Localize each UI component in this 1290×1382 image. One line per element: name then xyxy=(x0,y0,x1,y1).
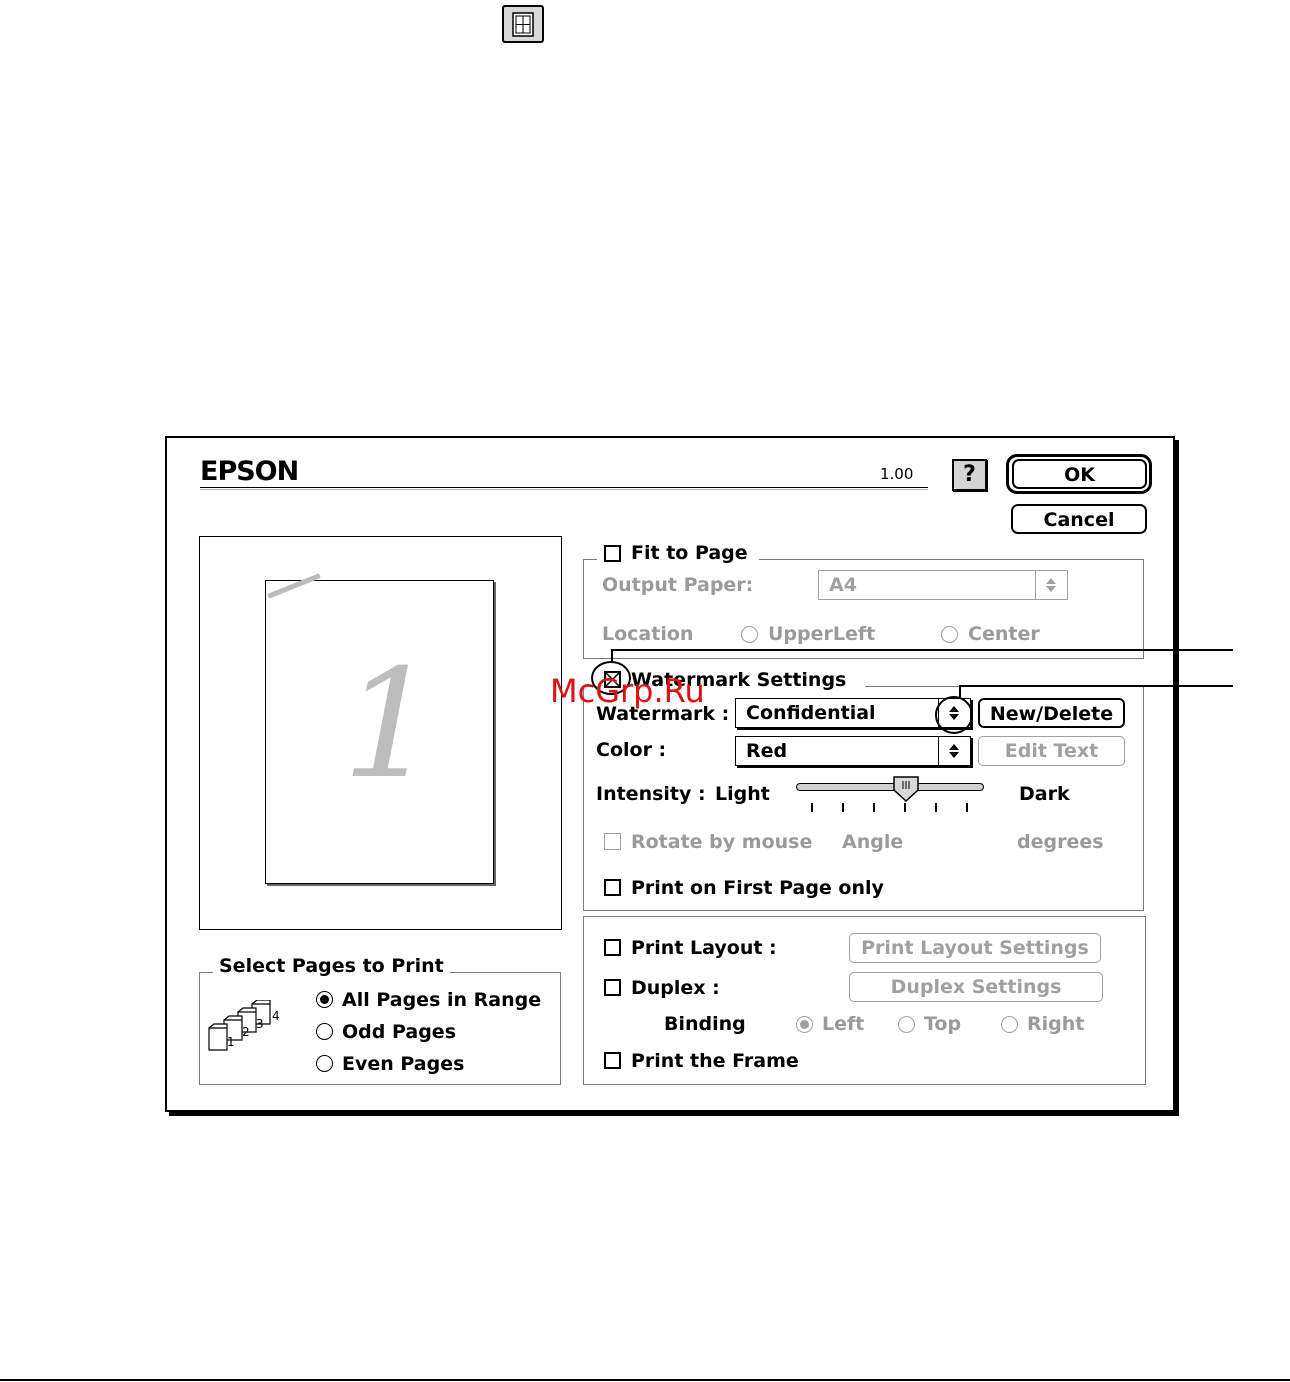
intensity-slider-thumb[interactable] xyxy=(893,776,919,803)
intensity-label: Intensity : xyxy=(596,783,706,805)
duplex-settings-button[interactable]: Duplex Settings xyxy=(849,972,1103,1002)
callout-stem xyxy=(959,686,961,697)
select-pages-legend: Select Pages to Print xyxy=(213,955,450,977)
print-layout-icon[interactable] xyxy=(502,5,544,43)
radio-binding-left[interactable] xyxy=(796,1016,813,1033)
slider-tick xyxy=(904,803,906,812)
color-value: Red xyxy=(746,740,788,762)
duplex-checkbox[interactable] xyxy=(604,979,621,996)
binding-right-label: Right xyxy=(1027,1013,1085,1035)
radio-all-pages[interactable] xyxy=(316,991,333,1008)
callout-stem xyxy=(611,650,613,662)
radio-binding-top[interactable] xyxy=(898,1016,915,1033)
print-first-page-only-label: Print on First Page only xyxy=(631,877,884,899)
preview-page-number: 1 xyxy=(342,638,438,812)
location-upperleft-label: UpperLeft xyxy=(768,623,876,645)
radio-odd-pages[interactable] xyxy=(316,1023,333,1040)
ok-button[interactable]: OK xyxy=(1012,459,1147,489)
output-paper-select[interactable]: A4 xyxy=(818,570,1068,600)
rotate-by-mouse-label: Rotate by mouse xyxy=(631,831,813,853)
watermark-value: Confidential xyxy=(746,702,876,724)
site-watermark-text: McGrp.Ru xyxy=(550,672,705,710)
print-layout-label: Print Layout : xyxy=(631,937,777,959)
help-button[interactable]: ? xyxy=(952,459,987,491)
binding-top-label: Top xyxy=(924,1013,962,1035)
location-label: Location xyxy=(602,623,694,645)
location-center-label: Center xyxy=(968,623,1040,645)
fit-to-page-checkbox[interactable] xyxy=(604,545,621,562)
all-pages-label: All Pages in Range xyxy=(342,989,542,1011)
popup-arrows-icon xyxy=(938,737,970,765)
slider-tick xyxy=(966,803,968,812)
color-select[interactable]: Red xyxy=(735,736,971,766)
output-paper-value: A4 xyxy=(829,574,857,596)
radio-even-pages[interactable] xyxy=(316,1055,333,1072)
degrees-label: degrees xyxy=(1017,831,1104,853)
radio-binding-right[interactable] xyxy=(1001,1016,1018,1033)
version-label: 1.00 xyxy=(880,465,914,483)
color-label: Color : xyxy=(596,739,667,761)
print-frame-label: Print the Frame xyxy=(631,1050,799,1072)
brand-title: EPSON xyxy=(200,456,299,487)
intensity-light-label: Light xyxy=(715,783,770,805)
intensity-slider-track[interactable] xyxy=(796,783,984,791)
binding-left-label: Left xyxy=(822,1013,865,1035)
print-frame-checkbox[interactable] xyxy=(604,1052,621,1069)
svg-text:2: 2 xyxy=(242,1025,250,1039)
svg-text:1: 1 xyxy=(227,1035,235,1049)
slider-tick xyxy=(873,803,875,812)
callout-line xyxy=(611,649,1233,651)
odd-pages-label: Odd Pages xyxy=(342,1021,456,1043)
duplex-label: Duplex : xyxy=(631,977,720,999)
svg-text:4: 4 xyxy=(272,1009,280,1023)
output-paper-label: Output Paper: xyxy=(602,574,754,596)
radio-location-center[interactable] xyxy=(941,626,958,643)
new-delete-button[interactable]: New/Delete xyxy=(978,698,1125,728)
slider-tick xyxy=(811,803,813,812)
binding-label: Binding xyxy=(664,1013,746,1035)
fit-to-page-label: Fit to Page xyxy=(631,542,748,564)
radio-location-upperleft[interactable] xyxy=(741,626,758,643)
title-divider xyxy=(200,487,928,488)
slider-tick xyxy=(935,803,937,812)
callout-circle-popup-arrows xyxy=(935,696,973,734)
callout-line xyxy=(959,685,1233,687)
page-bottom-rule xyxy=(0,1379,1290,1381)
svg-text:3: 3 xyxy=(256,1017,264,1031)
edit-text-button[interactable]: Edit Text xyxy=(978,736,1125,766)
title-divider-shadow xyxy=(200,489,928,490)
print-layout-settings-button[interactable]: Print Layout Settings xyxy=(849,933,1101,963)
pages-stack-icon: 4 3 2 1 xyxy=(206,999,290,1056)
cancel-button[interactable]: Cancel xyxy=(1011,504,1147,534)
rotate-by-mouse-checkbox[interactable] xyxy=(604,833,621,850)
even-pages-label: Even Pages xyxy=(342,1053,465,1075)
print-first-page-only-checkbox[interactable] xyxy=(604,879,621,896)
intensity-dark-label: Dark xyxy=(1019,783,1070,805)
slider-tick xyxy=(842,803,844,812)
print-layout-checkbox[interactable] xyxy=(604,939,621,956)
popup-arrows-icon xyxy=(1035,571,1067,599)
angle-label: Angle xyxy=(842,831,904,853)
